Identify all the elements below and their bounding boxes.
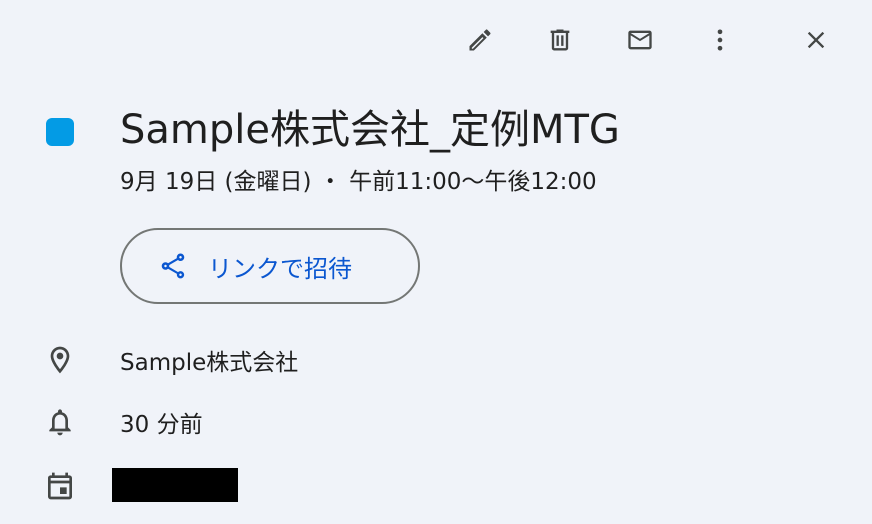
location-icon [44, 344, 76, 376]
delete-icon [550, 29, 570, 51]
delete-button[interactable] [534, 14, 586, 66]
email-guests-button[interactable] [614, 14, 666, 66]
close-button[interactable] [790, 14, 842, 66]
edit-button[interactable] [454, 14, 506, 66]
event-color-indicator [46, 118, 74, 146]
calendar-icon [44, 470, 76, 502]
event-toolbar [0, 14, 872, 66]
redacted-calendar-name [112, 468, 238, 502]
more-vert-icon [717, 29, 723, 51]
more-options-button[interactable] [694, 14, 746, 66]
invite-via-link-button[interactable]: リンクで招待 [120, 228, 420, 304]
share-icon [161, 253, 185, 279]
email-icon [628, 30, 652, 50]
event-title: Sample株式会社_定例MTG [120, 107, 620, 153]
invite-via-link-label: リンクで招待 [208, 254, 352, 283]
close-icon [807, 31, 825, 49]
location-text: Sample株式会社 [120, 350, 299, 376]
bell-icon [44, 406, 76, 438]
event-datetime: 9月 19日 (金曜日) ・ 午前11:00〜午後12:00 [120, 169, 597, 195]
edit-icon [469, 29, 491, 51]
reminder-text: 30 分前 [120, 412, 203, 438]
